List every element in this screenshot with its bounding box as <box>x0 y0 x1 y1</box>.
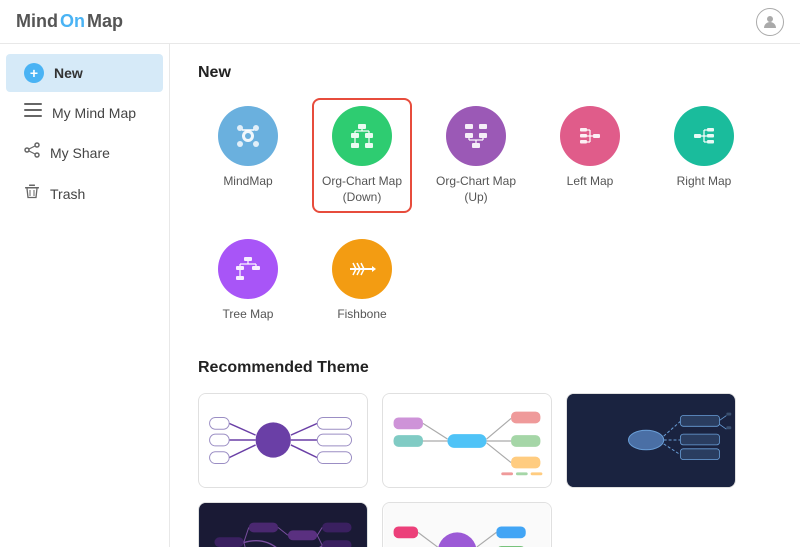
map-card-rightmap[interactable]: Right Map <box>654 98 754 213</box>
map-card-leftmap[interactable]: Left Map <box>540 98 640 213</box>
theme-card-4[interactable] <box>198 502 368 547</box>
mindmap-list-icon <box>24 103 42 122</box>
sidebar-item-new[interactable]: + New <box>6 54 163 92</box>
logo-text-mind: Mind <box>16 11 58 32</box>
map-card-mindmap[interactable]: MindMap <box>198 98 298 213</box>
map-type-grid-row2: Tree Map Fishbone <box>198 231 772 331</box>
theme-section-title: Recommended Theme <box>198 359 772 377</box>
main-layout: + New My Mind Map My Share Trash New <box>0 44 800 547</box>
logo: MindOnMap <box>16 11 123 32</box>
orgchartup-label: Org-Chart Map (Up) <box>434 174 518 205</box>
leftmap-label: Left Map <box>567 174 614 190</box>
orgchartdown-icon <box>332 106 392 166</box>
logo-text-on: On <box>60 11 85 32</box>
sidebar-item-trash[interactable]: Trash <box>6 174 163 213</box>
new-icon: + <box>24 63 44 83</box>
map-card-treemap[interactable]: Tree Map <box>198 231 298 331</box>
sidebar-label-mymindmap: My Mind Map <box>52 105 136 121</box>
theme-card-5[interactable] <box>382 502 552 547</box>
fishbone-label: Fishbone <box>337 307 386 323</box>
main-content: New MindMap <box>170 44 800 547</box>
map-card-orgchartdown[interactable]: Org-Chart Map(Down) <box>312 98 412 213</box>
leftmap-icon <box>560 106 620 166</box>
theme-card-3[interactable] <box>566 393 736 488</box>
logo-text-map: Map <box>87 11 123 32</box>
new-section-title: New <box>198 64 772 82</box>
sidebar-item-label-new: New <box>54 65 83 81</box>
sidebar: + New My Mind Map My Share Trash <box>0 44 170 547</box>
rightmap-icon <box>674 106 734 166</box>
header: MindOnMap <box>0 0 800 44</box>
theme-grid <box>198 393 772 547</box>
map-type-grid: MindMap <box>198 98 772 213</box>
fishbone-icon <box>332 239 392 299</box>
mindmap-label: MindMap <box>223 174 272 190</box>
map-card-fishbone[interactable]: Fishbone <box>312 231 412 331</box>
sidebar-item-myshare[interactable]: My Share <box>6 133 163 172</box>
sidebar-label-myshare: My Share <box>50 145 110 161</box>
orgchartup-icon <box>446 106 506 166</box>
theme-card-2[interactable] <box>382 393 552 488</box>
theme-card-1[interactable] <box>198 393 368 488</box>
share-icon <box>24 142 40 163</box>
rightmap-label: Right Map <box>677 174 732 190</box>
treemap-icon <box>218 239 278 299</box>
sidebar-label-trash: Trash <box>50 186 85 202</box>
user-icon[interactable] <box>756 8 784 36</box>
map-card-orgchartup[interactable]: Org-Chart Map (Up) <box>426 98 526 213</box>
trash-icon <box>24 183 40 204</box>
orgchartdown-label: Org-Chart Map(Down) <box>322 174 402 205</box>
treemap-label: Tree Map <box>223 307 274 323</box>
mindmap-icon <box>218 106 278 166</box>
sidebar-item-mymindmap[interactable]: My Mind Map <box>6 94 163 131</box>
